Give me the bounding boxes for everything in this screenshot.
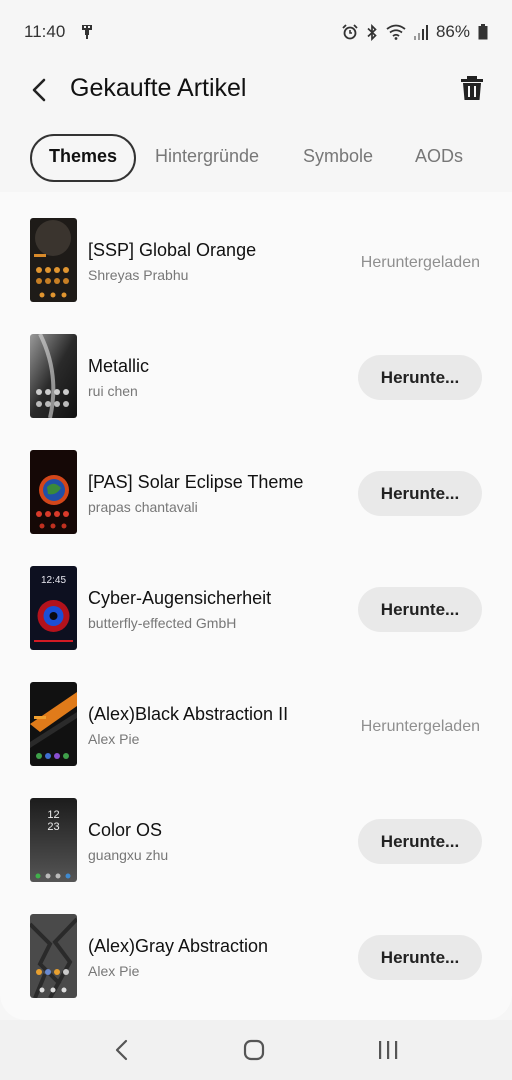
tab-symbole[interactable]: Symbole xyxy=(303,134,373,178)
status-time: 11:40 xyxy=(24,22,66,41)
back-arrow-icon[interactable] xyxy=(24,74,56,106)
battery-icon xyxy=(478,24,488,40)
list-item[interactable]: [SSP] Global Orange Shreyas Prabhu Herun… xyxy=(0,192,512,308)
download-button[interactable]: Herunte... xyxy=(358,587,482,632)
nav-home-icon[interactable] xyxy=(240,1038,268,1062)
category-tabs: Themes Hintergründe Symbole AODs xyxy=(0,130,512,186)
page-title: Gekaufte Artikel xyxy=(70,74,247,102)
download-button[interactable]: Herunte... xyxy=(358,355,482,400)
item-title: Cyber-Augensicherheit xyxy=(88,588,272,608)
item-title: Metallic xyxy=(88,356,150,376)
item-title: (Alex)Gray Abstraction xyxy=(88,936,269,956)
tab-themes[interactable]: Themes xyxy=(30,134,137,182)
theme-thumbnail xyxy=(30,218,77,302)
list-item[interactable]: (Alex)Gray Abstraction Alex Pie Herunte.… xyxy=(0,888,512,1004)
list-item[interactable]: 12 23 Color OS guangxu zhu Herunte... xyxy=(0,772,512,888)
item-author: prapas chantavali xyxy=(88,499,198,515)
theme-thumbnail xyxy=(30,334,77,418)
tab-hintergruende[interactable]: Hintergründe xyxy=(155,134,259,178)
nav-recents-icon[interactable] xyxy=(374,1038,402,1062)
item-author: Shreyas Prabhu xyxy=(88,267,189,283)
downloaded-status: Heruntergeladen xyxy=(360,718,480,735)
thumb-clock-hours: 12 xyxy=(47,809,59,821)
theme-thumbnail: 12 23 xyxy=(30,798,77,882)
tab-aods[interactable]: AODs xyxy=(415,134,463,178)
thumb-clock-minutes: 23 xyxy=(47,821,59,833)
download-button[interactable]: Herunte... xyxy=(358,819,482,864)
item-author: rui chen xyxy=(88,383,138,399)
download-button[interactable]: Herunte... xyxy=(358,935,482,980)
list-item[interactable]: Metallic rui chen Herunte... xyxy=(0,308,512,424)
list-item[interactable]: (Alex)Black Abstraction II Alex Pie Heru… xyxy=(0,656,512,772)
system-nav-bar xyxy=(0,1020,512,1080)
trash-icon[interactable] xyxy=(458,74,486,102)
item-author: Alex Pie xyxy=(88,731,140,747)
item-title: Color OS xyxy=(88,820,163,840)
theme-thumbnail xyxy=(30,914,77,998)
downloaded-status: Heruntergeladen xyxy=(360,254,480,271)
download-button[interactable]: Herunte... xyxy=(358,471,482,516)
signal-icon xyxy=(413,24,428,40)
item-author: Alex Pie xyxy=(88,963,140,979)
theme-thumbnail xyxy=(30,682,77,766)
item-author: butterfly-effected GmbH xyxy=(88,615,237,631)
usb-icon xyxy=(82,25,92,39)
theme-thumbnail: 12:45 xyxy=(30,566,77,650)
status-bar: 11:40 86% xyxy=(0,0,512,64)
status-icons: 86% xyxy=(342,22,488,42)
list-item[interactable]: 12:45 Cyber-Augensicherheit butterfly-ef… xyxy=(0,540,512,656)
item-title: (Alex)Black Abstraction II xyxy=(88,704,289,724)
purchased-items-list: [SSP] Global Orange Shreyas Prabhu Herun… xyxy=(0,192,512,1020)
battery-percent: 86% xyxy=(435,22,470,41)
alarm-icon xyxy=(342,24,358,40)
list-item[interactable]: [PAS] Solar Eclipse Theme prapas chantav… xyxy=(0,424,512,540)
item-title: [SSP] Global Orange xyxy=(88,240,257,260)
bluetooth-icon xyxy=(367,23,377,41)
wifi-icon xyxy=(386,24,406,40)
item-author: guangxu zhu xyxy=(88,847,169,863)
thumb-clock: 12:45 xyxy=(41,575,66,586)
item-title: [PAS] Solar Eclipse Theme xyxy=(88,472,304,492)
theme-thumbnail xyxy=(30,450,77,534)
app-bar: Gekaufte Artikel xyxy=(0,60,512,116)
nav-back-icon[interactable] xyxy=(108,1038,136,1062)
